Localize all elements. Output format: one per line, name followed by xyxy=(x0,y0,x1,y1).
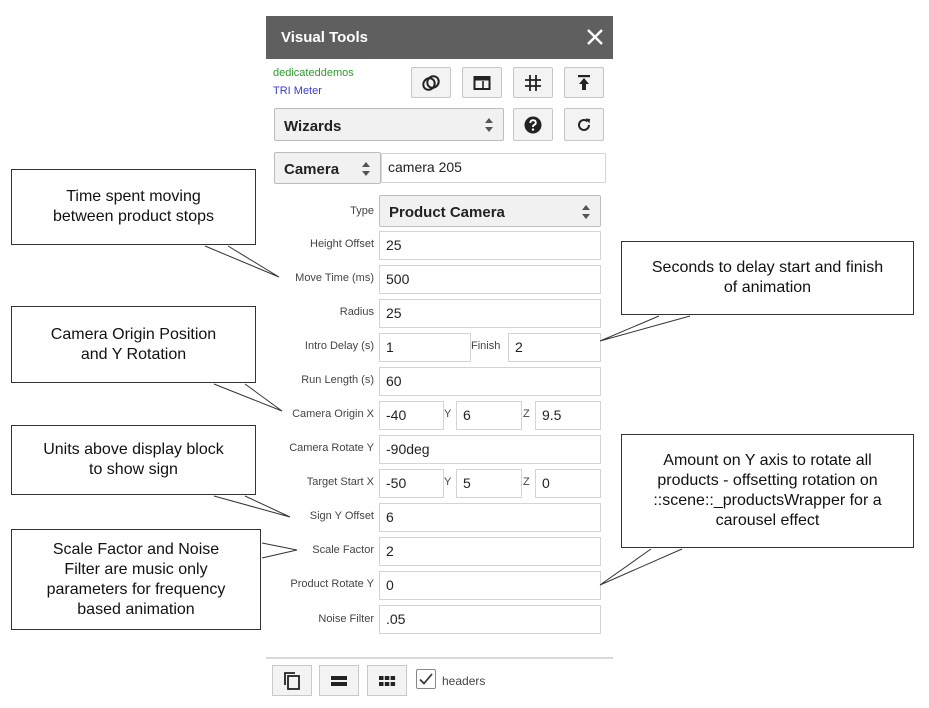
y-label: Y xyxy=(444,408,452,420)
product-rotate-y-input[interactable]: 0 xyxy=(379,571,601,600)
camera-rotate-y-input[interactable]: -90deg xyxy=(379,435,601,464)
headers-checkbox[interactable] xyxy=(416,669,436,689)
help-icon xyxy=(524,116,542,133)
y-label: Y xyxy=(444,476,452,488)
height-offset-input[interactable]: 25 xyxy=(379,231,601,260)
product-rotate-label: Product Rotate Y xyxy=(290,578,374,590)
radius-label: Radius xyxy=(339,306,374,318)
height-offset-label: Height Offset xyxy=(310,238,374,250)
intro-delay-label: Intro Delay (s) xyxy=(304,340,374,352)
tri-meter-link[interactable]: TRI Meter xyxy=(273,85,322,97)
link-button[interactable] xyxy=(411,67,451,98)
run-length-input[interactable]: 60 xyxy=(379,367,601,396)
finish-label: Finish xyxy=(471,340,501,352)
type-select-value: Product Camera xyxy=(389,204,505,221)
noise-filter-label: Noise Filter xyxy=(318,613,374,625)
intro-delay-input[interactable]: 1 xyxy=(379,333,471,362)
single-row-icon xyxy=(331,675,347,686)
move-time-input[interactable]: 500 xyxy=(379,265,601,294)
link-icon xyxy=(422,74,440,91)
updown-arrow-icon xyxy=(362,162,370,176)
refresh-icon xyxy=(578,118,590,131)
pointer-delay xyxy=(599,315,691,342)
window-button[interactable] xyxy=(462,67,502,98)
callout-sign: Units above display block to show sign xyxy=(11,425,256,495)
wizards-select[interactable]: Wizards xyxy=(274,108,504,141)
sign-y-offset-input[interactable]: 6 xyxy=(379,503,601,532)
z-label: Z xyxy=(523,476,530,488)
target-start-z-input[interactable]: 0 xyxy=(535,469,601,498)
copy-button[interactable] xyxy=(272,665,312,696)
callout-scale: Scale Factor and Noise Filter are music o… xyxy=(11,529,261,630)
bottom-divider xyxy=(266,657,613,659)
help-button[interactable] xyxy=(513,108,553,141)
entity-type-select[interactable]: Camera xyxy=(274,152,381,184)
camera-origin-label: Camera Origin X xyxy=(292,408,374,420)
run-length-label: Run Length (s) xyxy=(301,374,374,386)
callout-camera-origin: Camera Origin Position and Y Rotation xyxy=(11,306,256,383)
updown-arrow-icon xyxy=(485,118,493,132)
entity-name-input[interactable]: camera 205 xyxy=(381,153,606,183)
radius-input[interactable]: 25 xyxy=(379,299,601,328)
single-row-button[interactable] xyxy=(319,665,359,696)
refresh-button[interactable] xyxy=(564,108,604,141)
wizards-select-value: Wizards xyxy=(284,118,342,135)
upload-button[interactable] xyxy=(564,67,604,98)
grid-button[interactable] xyxy=(513,67,553,98)
z-label: Z xyxy=(523,408,530,420)
grid-icon xyxy=(379,675,396,686)
camera-origin-z-input[interactable]: 9.5 xyxy=(535,401,601,430)
callout-delay: Seconds to delay start and finish of anim… xyxy=(621,241,914,315)
grid-icon xyxy=(525,74,541,91)
target-start-x-input[interactable]: -50 xyxy=(379,469,444,498)
scale-factor-label: Scale Factor xyxy=(312,544,374,556)
callout-move-time: Time spent moving between product stops xyxy=(11,169,256,245)
type-select[interactable]: Product Camera xyxy=(379,195,601,227)
camera-origin-x-input[interactable]: -40 xyxy=(379,401,444,430)
copy-icon xyxy=(284,671,300,690)
sign-y-offset-label: Sign Y Offset xyxy=(309,510,374,522)
visual-tools-panel: Visual Tools dedicateddemos TRI Meter Wi… xyxy=(266,16,613,708)
headers-label: headers xyxy=(442,674,486,688)
target-start-label: Target Start X xyxy=(306,476,374,488)
camera-origin-y-input[interactable]: 6 xyxy=(456,401,522,430)
window-icon xyxy=(473,75,491,90)
scale-factor-input[interactable]: 2 xyxy=(379,537,601,566)
panel-header: Visual Tools xyxy=(266,16,613,59)
upload-icon xyxy=(578,74,590,90)
dedicateddemos-link[interactable]: dedicateddemos xyxy=(273,67,354,79)
finish-input[interactable]: 2 xyxy=(508,333,601,362)
callout-rotate: Amount on Y axis to rotate all products -… xyxy=(621,434,914,548)
updown-arrow-icon xyxy=(582,205,590,219)
grid-view-button[interactable] xyxy=(367,665,407,696)
camera-rotate-label: Camera Rotate Y xyxy=(289,442,374,454)
move-time-label: Move Time (ms) xyxy=(295,272,374,284)
target-start-y-input[interactable]: 5 xyxy=(456,469,522,498)
type-label: Type xyxy=(350,205,374,217)
panel-title: Visual Tools xyxy=(281,29,368,46)
close-icon[interactable] xyxy=(584,24,606,50)
entity-type-value: Camera xyxy=(284,161,340,178)
noise-filter-input[interactable]: .05 xyxy=(379,605,601,634)
check-icon xyxy=(419,673,433,685)
